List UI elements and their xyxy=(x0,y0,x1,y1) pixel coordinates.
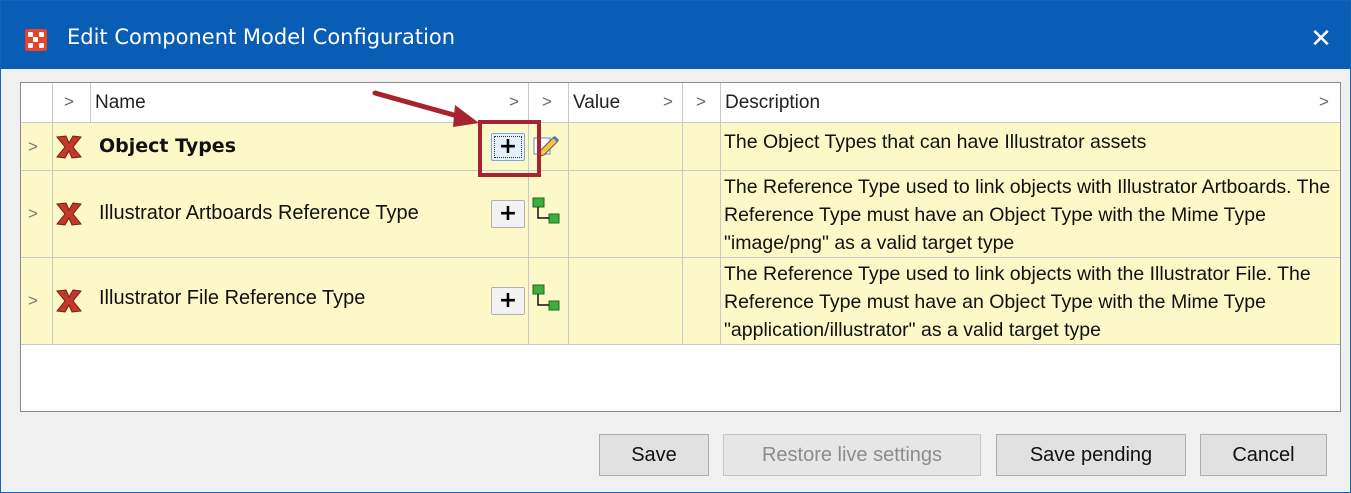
header-action-column[interactable]: > xyxy=(529,83,569,123)
table-row[interactable]: > Illustrator File Reference Type + The … xyxy=(21,258,1340,345)
header-description-label: Description xyxy=(725,92,821,113)
delete-icon[interactable] xyxy=(54,201,84,227)
value-cell[interactable] xyxy=(569,171,683,257)
chevron-right-icon: > xyxy=(663,92,673,111)
add-button[interactable]: + xyxy=(491,200,525,228)
row-selector[interactable]: > xyxy=(21,258,53,344)
reference-link-icon[interactable] xyxy=(531,196,561,226)
chevron-right-icon: > xyxy=(28,137,38,156)
reference-link-icon[interactable] xyxy=(531,283,561,313)
edit-cell[interactable] xyxy=(529,258,569,344)
header-value-label: Value xyxy=(573,92,621,113)
header-description[interactable]: Description > xyxy=(721,83,1340,123)
header-value[interactable]: Value > xyxy=(569,83,683,123)
name-cell xyxy=(91,258,529,344)
dialog-window: Edit Component Model Configuration ✕ > N… xyxy=(0,0,1351,493)
edit-cell[interactable] xyxy=(529,171,569,257)
header-spacer-column[interactable]: > xyxy=(683,83,721,123)
close-icon[interactable]: ✕ xyxy=(1301,19,1341,59)
chevron-right-icon: > xyxy=(28,291,38,310)
row-description: The Object Types that can have Illustrat… xyxy=(724,131,1147,153)
header-icon-column[interactable]: > xyxy=(53,83,91,123)
row-description: The Reference Type used to link objects … xyxy=(724,263,1311,341)
annotation-arrow-icon xyxy=(372,90,479,127)
config-grid: > Name > > Value > > Description > > Obj… xyxy=(20,82,1341,412)
chevron-right-icon: > xyxy=(696,92,706,111)
row-selector[interactable]: > xyxy=(21,123,53,170)
save-button[interactable]: Save xyxy=(599,434,709,476)
chevron-right-icon: > xyxy=(64,92,74,111)
row-selector[interactable]: > xyxy=(21,171,53,257)
value-cell[interactable] xyxy=(569,123,683,170)
save-pending-button[interactable]: Save pending xyxy=(996,434,1186,476)
restore-live-settings-button[interactable]: Restore live settings xyxy=(723,434,981,476)
window-title: Edit Component Model Configuration xyxy=(67,25,456,49)
chevron-right-icon: > xyxy=(542,92,552,111)
spacer-cell xyxy=(683,258,721,344)
delete-icon[interactable] xyxy=(54,288,84,314)
annotation-highlight-box xyxy=(478,120,541,177)
header-name-label: Name xyxy=(95,92,146,113)
table-row[interactable]: > Illustrator Artboards Reference Type +… xyxy=(21,171,1340,258)
add-button[interactable]: + xyxy=(491,287,525,315)
chevron-right-icon: > xyxy=(509,92,519,111)
row-description: The Reference Type used to link objects … xyxy=(724,176,1331,254)
spacer-cell xyxy=(683,123,721,170)
title-bar[interactable]: Edit Component Model Configuration ✕ xyxy=(1,1,1350,69)
name-cell xyxy=(91,171,529,257)
chevron-right-icon: > xyxy=(1319,92,1329,111)
delete-icon[interactable] xyxy=(54,134,84,160)
app-logo-icon xyxy=(25,29,47,51)
chevron-right-icon: > xyxy=(28,204,38,223)
value-cell[interactable] xyxy=(569,258,683,344)
cancel-button[interactable]: Cancel xyxy=(1200,434,1327,476)
table-row[interactable]: > Object Types + The Object Types that c… xyxy=(21,123,1340,171)
spacer-cell xyxy=(683,171,721,257)
header-row-selector xyxy=(21,83,53,123)
